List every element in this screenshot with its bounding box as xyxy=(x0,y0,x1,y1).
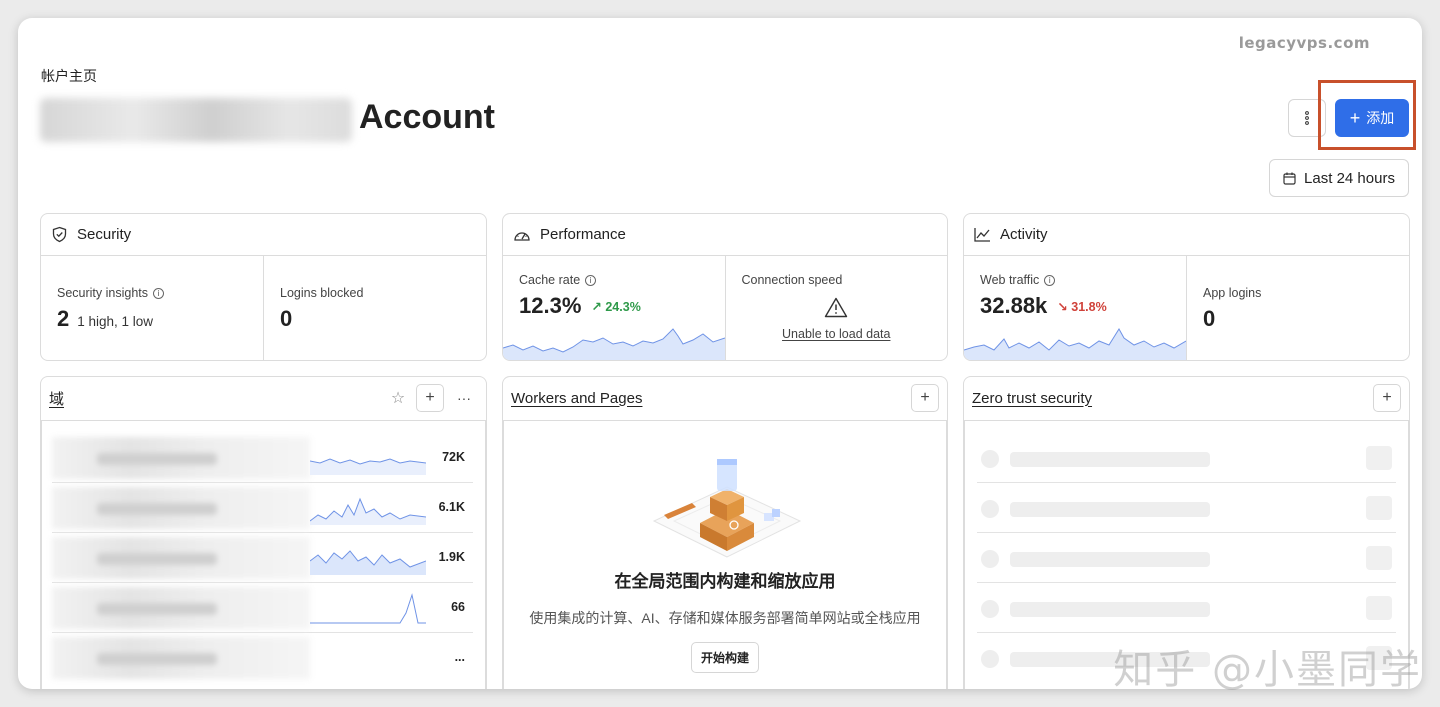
start-building-button[interactable]: 开始构建 xyxy=(690,642,759,673)
security-insights-detail: 1 high, 1 low xyxy=(77,314,154,329)
workers-description: 使用集成的计算、AI、存储和媒体服务部署简单网站或全栈应用 xyxy=(529,610,921,626)
logins-blocked-value: 0 xyxy=(280,306,293,331)
activity-title: Activity xyxy=(1000,226,1048,243)
domain-row[interactable]: 72K xyxy=(52,433,473,483)
cache-rate-cell[interactable]: Cache rate i 12.3% ↗ 24.3% xyxy=(503,256,725,360)
web-traffic-sparkline xyxy=(964,328,1186,360)
domains-panel: 域 ☆ + ··· 72K 6.1K 1.9K 66 ... xyxy=(40,376,487,689)
app-logins-label: App logins xyxy=(1203,286,1262,300)
loading-skeleton-row xyxy=(977,583,1396,633)
site-watermark: legacyvps.com xyxy=(1238,34,1370,52)
cache-rate-label: Cache rate xyxy=(519,273,581,287)
add-button-label: 添加 xyxy=(1366,110,1395,126)
page-title: Account xyxy=(359,98,495,136)
star-icon[interactable]: ☆ xyxy=(384,384,412,412)
web-traffic-delta: ↘ 31.8% xyxy=(1057,299,1107,314)
info-icon[interactable]: i xyxy=(1044,274,1056,286)
line-chart-icon xyxy=(974,228,990,242)
speedometer-icon xyxy=(514,231,530,241)
domain-traffic-sparkline xyxy=(310,593,426,624)
cache-rate-delta: ↗ 24.3% xyxy=(591,299,641,314)
warning-icon xyxy=(825,297,848,318)
arrow-down-right-icon: ↘ xyxy=(1057,299,1068,314)
add-zero-trust-button[interactable]: + xyxy=(1373,384,1401,412)
security-insights-label: Security insights xyxy=(57,286,149,300)
domain-traffic-sparkline xyxy=(310,497,426,525)
time-range-button[interactable]: Last 24 hours xyxy=(1269,159,1409,197)
performance-title: Performance xyxy=(540,226,626,243)
account-name-redacted xyxy=(40,98,352,142)
security-insights-cell[interactable]: Security insights i 2 1 high, 1 low xyxy=(41,256,263,360)
add-domain-button[interactable]: + xyxy=(416,384,444,412)
info-icon[interactable]: i xyxy=(585,274,597,286)
security-panel: Security Security insights i 2 1 high, 1… xyxy=(40,213,487,361)
domain-traffic-sparkline xyxy=(310,458,426,475)
logins-blocked-cell[interactable]: Logins blocked 0 xyxy=(263,256,486,360)
app-logins-value: 0 xyxy=(1203,306,1216,331)
kebab-icon xyxy=(1305,111,1309,125)
app-logins-cell[interactable]: App logins 0 xyxy=(1186,256,1409,360)
loading-skeleton-row xyxy=(977,533,1396,583)
web-traffic-cell[interactable]: Web traffic i 32.88k ↘ 31.8% xyxy=(964,256,1186,360)
domain-traffic-sparkline xyxy=(310,550,426,575)
domain-row[interactable]: 6.1K xyxy=(52,483,473,533)
security-title: Security xyxy=(77,226,132,243)
domain-name-redacted xyxy=(52,537,310,579)
account-home-card: legacyvps.com 帐户主页 Account + 添加 Last 24 … xyxy=(18,18,1422,689)
time-range-label: Last 24 hours xyxy=(1304,169,1395,187)
domain-row[interactable]: 1.9K xyxy=(52,533,473,583)
activity-panel: Activity Web traffic i 32.88k ↘ 31.8% Ap… xyxy=(963,213,1410,361)
add-worker-button[interactable]: + xyxy=(911,384,939,412)
domain-traffic-value: ... xyxy=(454,650,465,664)
web-traffic-label: Web traffic xyxy=(980,273,1040,287)
domain-traffic-value: 66 xyxy=(451,600,465,614)
add-button[interactable]: + 添加 xyxy=(1335,99,1409,137)
shield-check-icon xyxy=(52,226,67,243)
domain-traffic-value: 6.1K xyxy=(438,500,465,514)
domain-name-redacted xyxy=(52,587,310,629)
zero-trust-title[interactable]: Zero trust security xyxy=(972,390,1373,407)
workers-pages-panel: Workers and Pages + 在全局范围内构建和缩放应用 使用集成的计… xyxy=(502,376,948,689)
logins-blocked-label: Logins blocked xyxy=(280,286,364,300)
zero-trust-loading-list xyxy=(964,420,1409,689)
domains-list: 72K 6.1K 1.9K 66 ... xyxy=(41,420,486,689)
web-traffic-value: 32.88k xyxy=(980,293,1048,318)
connection-speed-cell[interactable]: Connection speed Unable to load data xyxy=(724,256,948,360)
workers-empty-state: 在全局范围内构建和缩放应用 使用集成的计算、AI、存储和媒体服务部署简单网站或全… xyxy=(503,420,947,689)
workers-pages-title[interactable]: Workers and Pages xyxy=(511,390,911,407)
info-icon[interactable]: i xyxy=(153,287,165,299)
domain-row[interactable]: 66 xyxy=(52,583,473,633)
plus-icon: + xyxy=(1349,108,1361,128)
workers-headline: 在全局范围内构建和缩放应用 xyxy=(614,572,836,591)
more-horizontal-icon[interactable]: ··· xyxy=(450,384,478,412)
domains-title[interactable]: 域 xyxy=(49,388,384,409)
loading-skeleton-row xyxy=(977,483,1396,533)
calendar-icon xyxy=(1283,172,1296,185)
arrow-up-right-icon: ↗ xyxy=(591,299,602,314)
breadcrumb[interactable]: 帐户主页 xyxy=(41,66,97,86)
cache-rate-value: 12.3% xyxy=(519,293,582,318)
domain-name-redacted xyxy=(52,637,310,679)
domain-name-redacted xyxy=(52,487,310,529)
loading-skeleton-row xyxy=(977,633,1396,683)
domain-row[interactable]: ... xyxy=(52,633,473,683)
cache-rate-sparkline xyxy=(503,328,725,360)
zero-trust-panel: Zero trust security + xyxy=(963,376,1410,689)
connection-speed-error[interactable]: Unable to load data xyxy=(742,327,932,341)
connection-speed-label: Connection speed xyxy=(741,273,843,287)
domain-traffic-value: 1.9K xyxy=(438,550,465,564)
performance-panel: Performance Cache rate i 12.3% ↗ 24.3% C… xyxy=(502,213,948,361)
domain-traffic-value: 72K xyxy=(442,450,465,464)
loading-skeleton-row xyxy=(977,433,1396,483)
domain-name-redacted xyxy=(52,437,310,479)
security-insights-value: 2 xyxy=(57,306,70,331)
